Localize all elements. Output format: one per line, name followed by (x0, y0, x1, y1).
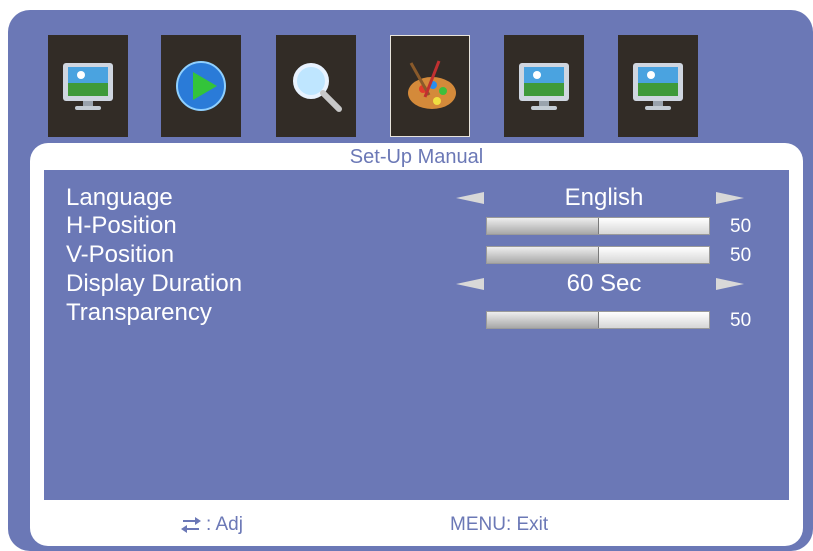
h-position-value: 50 (730, 216, 752, 237)
tab-picture-2[interactable] (504, 35, 584, 137)
transparency-slider[interactable] (486, 311, 710, 329)
magnifier-icon (293, 63, 342, 112)
setting-row-display-duration[interactable]: Display Duration 60 Sec (44, 270, 789, 300)
display-duration-label: Display Duration (66, 270, 243, 297)
menu-tab-bar (8, 10, 813, 150)
monitor-picture-icon (633, 63, 683, 110)
v-position-label: V-Position (66, 241, 175, 268)
language-label: Language (66, 184, 173, 211)
slider-fill (487, 312, 599, 328)
adjust-hint: : Adj (180, 514, 243, 536)
arrow-left-icon[interactable] (456, 278, 484, 290)
language-value: English (564, 184, 644, 211)
arrow-left-icon[interactable] (456, 192, 484, 204)
v-position-value: 50 (730, 245, 752, 266)
monitor-picture-icon (519, 63, 569, 110)
tab-play[interactable] (161, 35, 241, 137)
tab-setup[interactable] (390, 35, 470, 137)
transparency-label: Transparency (66, 299, 212, 326)
tab-picture[interactable] (48, 35, 128, 137)
display-duration-value: 60 Sec (566, 270, 642, 297)
exit-hint: MENU: Exit (450, 514, 549, 535)
footer-hints: : Adj MENU: Exit (30, 506, 803, 542)
tab-search[interactable] (276, 35, 356, 137)
setting-row-h-position[interactable]: H-Position 50 (44, 212, 789, 242)
tab-picture-3[interactable] (618, 35, 698, 137)
arrow-right-icon[interactable] (716, 278, 744, 290)
setting-row-transparency[interactable]: Transparency 50 (44, 299, 789, 331)
palette-brush-icon (408, 60, 456, 109)
transparency-value: 50 (730, 310, 752, 331)
monitor-picture-icon (63, 63, 113, 110)
adjust-hint-label: : Adj (206, 514, 243, 535)
play-arrow-icon (176, 61, 226, 111)
setting-row-v-position[interactable]: V-Position 50 (44, 241, 789, 271)
slider-fill (487, 247, 599, 263)
settings-list: Language English H-Position 50 V-Positio… (44, 170, 789, 500)
setup-panel: Set-Up Manual Language English H-Positio… (30, 143, 803, 546)
h-position-slider[interactable] (486, 217, 710, 235)
slider-fill (487, 218, 599, 234)
swap-arrows-icon (181, 517, 201, 533)
arrow-right-icon[interactable] (716, 192, 744, 204)
panel-title: Set-Up Manual (349, 146, 484, 168)
osd-menu: Set-Up Manual Language English H-Positio… (8, 10, 813, 551)
setting-row-language[interactable]: Language English (44, 184, 789, 214)
v-position-slider[interactable] (486, 246, 710, 264)
h-position-label: H-Position (66, 212, 177, 239)
